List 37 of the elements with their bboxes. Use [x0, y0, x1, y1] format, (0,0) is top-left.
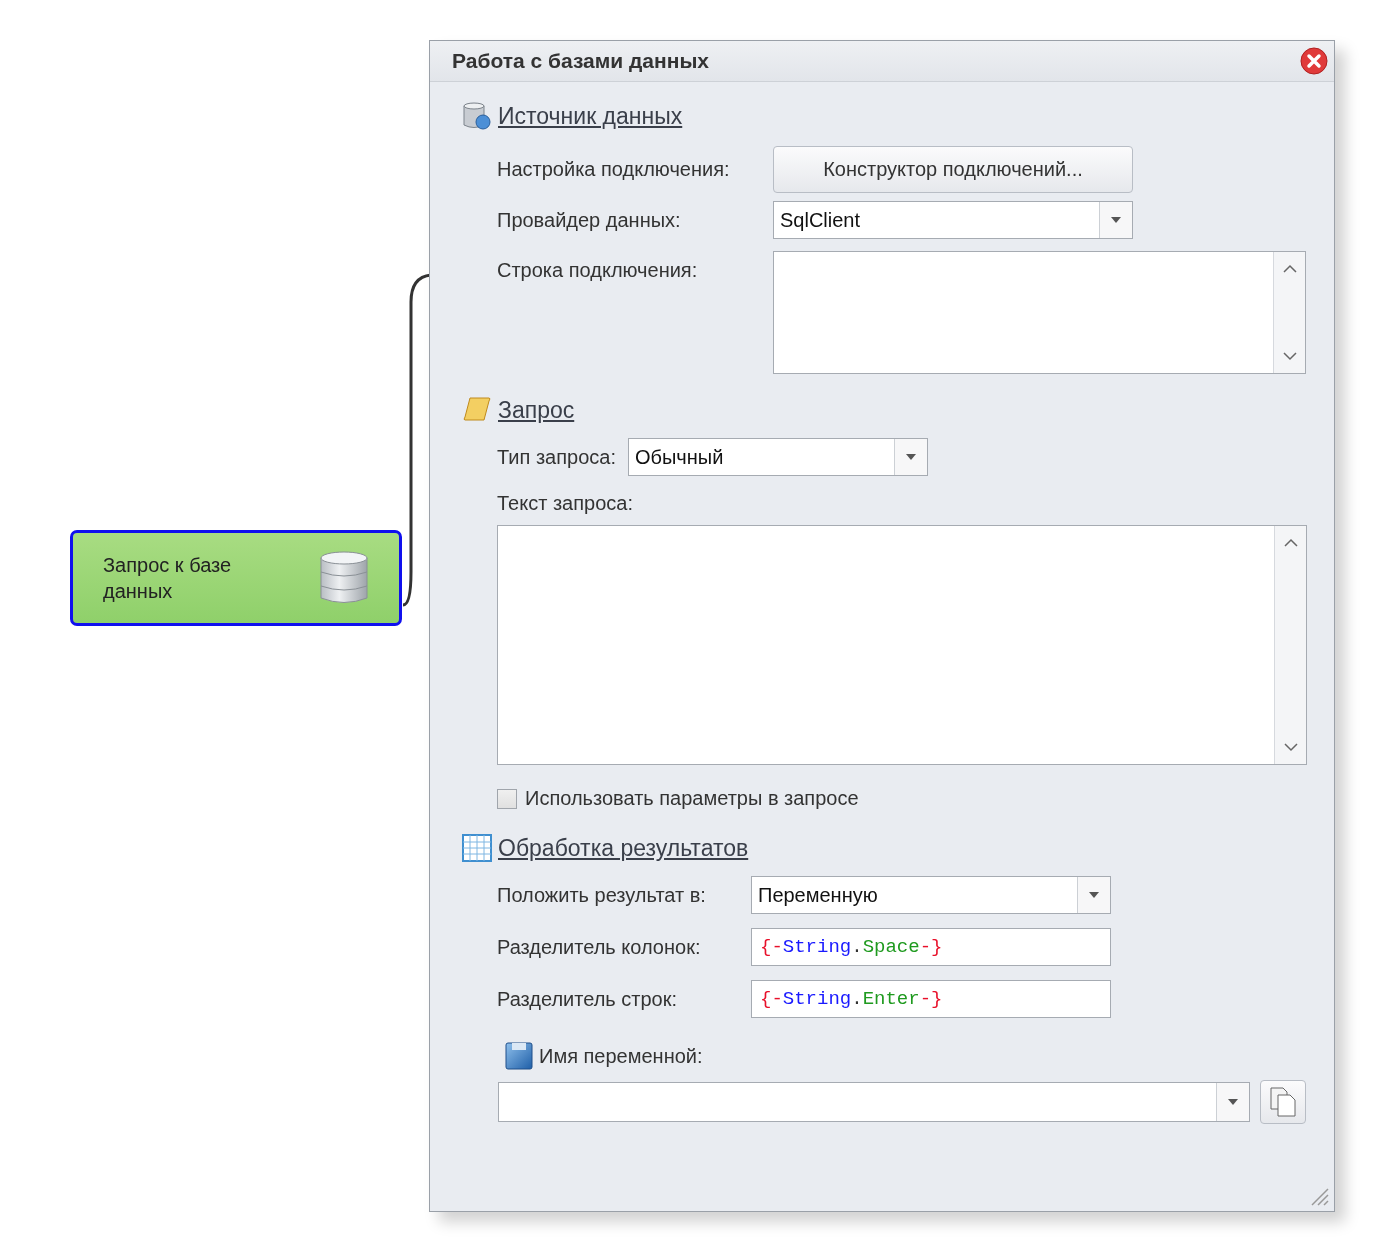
dropdown-arrow-icon [1228, 1099, 1239, 1105]
field-label: Имя переменной: [539, 1044, 703, 1068]
table-icon [462, 834, 492, 862]
close-icon[interactable] [1300, 47, 1328, 75]
copy-icon [1270, 1087, 1297, 1117]
action-node[interactable]: Запрос к базе данных [70, 530, 402, 626]
connection-builder-button[interactable]: Конструктор подключений... [773, 146, 1133, 193]
separator-field[interactable]: {-String.Space-} [751, 928, 1111, 966]
query-type-dropdown[interactable]: Обычный [627, 438, 928, 476]
database-icon [462, 101, 492, 131]
query-text-field[interactable] [497, 525, 1307, 765]
window-title: Работа с базами данных [452, 49, 709, 73]
checkbox-label[interactable]: Использовать параметры в запросе [525, 787, 859, 810]
connection-string-field[interactable] [772, 251, 1306, 374]
field-label: Провайдер данных: [497, 208, 682, 232]
dropdown-arrow-icon [1089, 892, 1099, 898]
field-label: Разделитель колонок: [497, 935, 702, 959]
field-label: Положить результат в: [497, 883, 707, 907]
field-label: Настройка подключения: [497, 158, 731, 181]
dropdown-arrow-icon [905, 454, 916, 460]
node-label: Запрос к базе данных [103, 553, 233, 604]
section-heading-link[interactable]: Источник данных [498, 102, 683, 130]
field-label: Разделитель строк: [497, 987, 679, 1011]
field-label: Тип запроса: [497, 445, 616, 469]
provider-dropdown[interactable]: SqlClient [773, 201, 1133, 239]
field-label: Строка подключения: [497, 258, 699, 282]
section-heading-link[interactable]: Обработка результатов [498, 834, 749, 862]
variable-name-dropdown[interactable] [498, 1082, 1251, 1122]
copy-button[interactable] [1260, 1080, 1306, 1124]
result-target-dropdown[interactable]: Переменную [751, 876, 1111, 914]
field-label: Текст запроса: [497, 492, 634, 515]
section-heading-link[interactable]: Запрос [498, 396, 575, 424]
checkbox[interactable] [497, 788, 517, 809]
scrollbar[interactable] [1273, 252, 1305, 373]
scrollbar[interactable] [1274, 526, 1306, 764]
separator-field[interactable]: {-String.Enter-} [751, 980, 1111, 1018]
dropdown-arrow-icon [1111, 217, 1121, 223]
